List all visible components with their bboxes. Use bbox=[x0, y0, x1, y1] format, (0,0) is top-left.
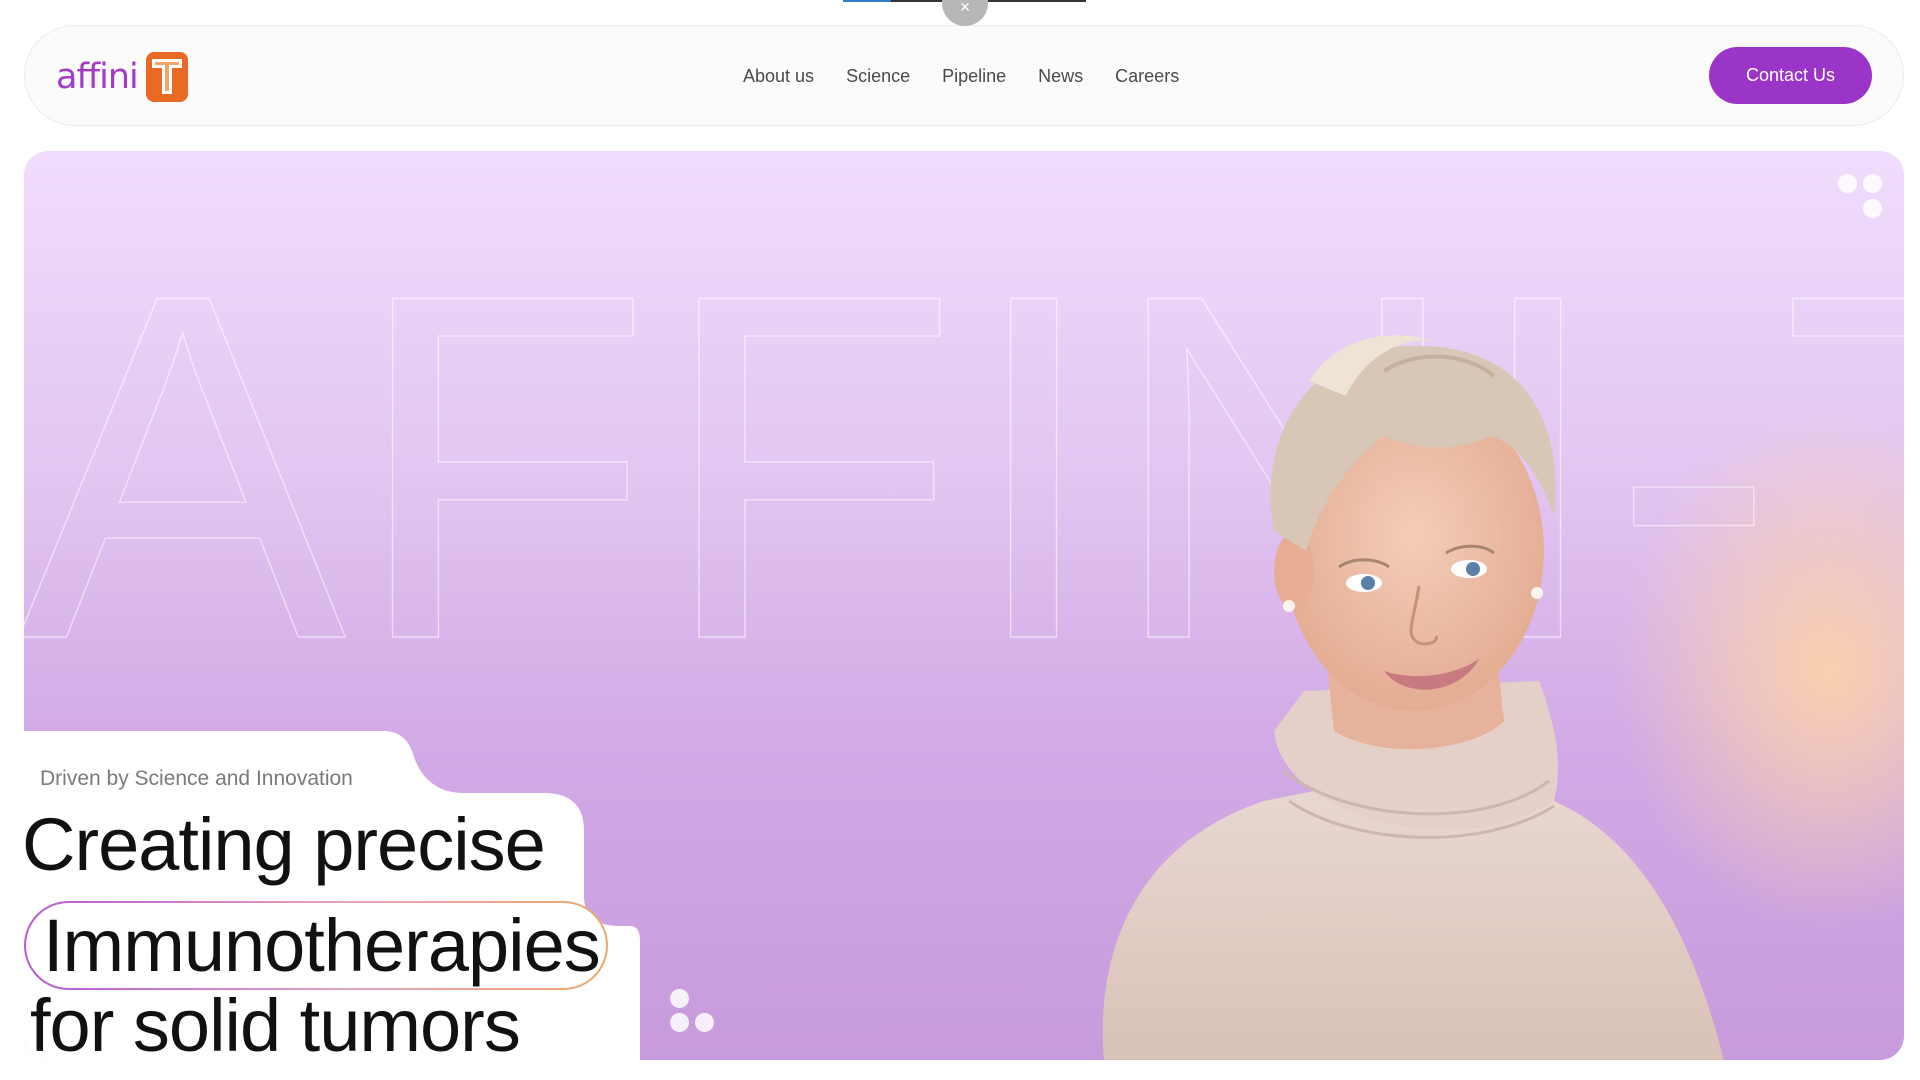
close-icon[interactable]: × bbox=[942, 0, 988, 26]
nav-pipeline[interactable]: Pipeline bbox=[942, 66, 1006, 87]
headline-highlight-pill: Immunotherapies bbox=[24, 901, 608, 990]
main-nav: About us Science Pipeline News Careers bbox=[743, 26, 1211, 126]
nav-careers[interactable]: Careers bbox=[1115, 66, 1179, 87]
smiling-woman-photo bbox=[1102, 335, 1724, 1060]
site-header: affini About us Science Pipeline News Ca… bbox=[24, 25, 1904, 126]
contact-us-button[interactable]: Contact Us bbox=[1709, 47, 1872, 104]
top-progress-fill bbox=[843, 0, 891, 2]
hero-tagline: Driven by Science and Innovation bbox=[40, 767, 353, 790]
nav-about-us[interactable]: About us bbox=[743, 66, 814, 87]
hero-headline-highlight: Immunotherapies bbox=[26, 903, 606, 988]
logo-text: affini bbox=[56, 56, 139, 97]
nav-news[interactable]: News bbox=[1038, 66, 1083, 87]
hero-headline-line-3: for solid tumors bbox=[30, 984, 521, 1067]
hero-headline-line-1: Creating precise bbox=[22, 803, 546, 886]
dots-cluster-icon bbox=[670, 989, 716, 1035]
affini-t-mark-icon bbox=[145, 52, 188, 102]
nav-science[interactable]: Science bbox=[846, 66, 910, 87]
close-glyph: × bbox=[959, 0, 971, 17]
logo[interactable]: affini bbox=[56, 50, 216, 104]
dots-cluster-icon bbox=[1838, 174, 1882, 218]
